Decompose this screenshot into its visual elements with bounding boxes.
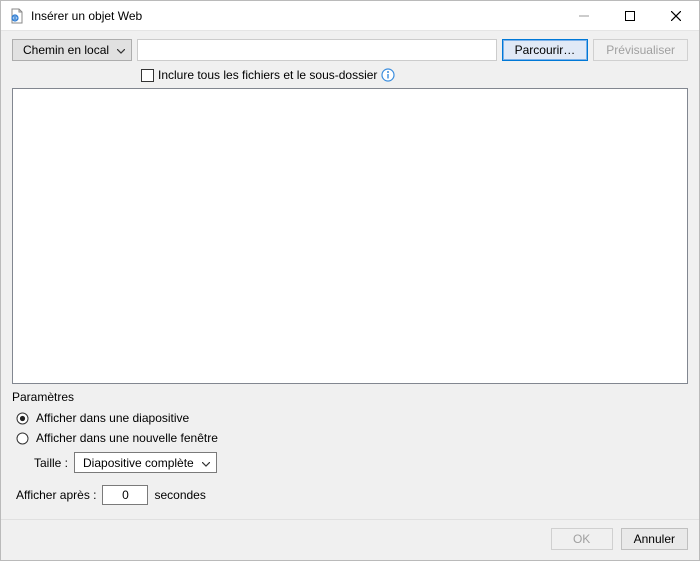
dialog-window: Insérer un objet Web Chemin en local Par… [0, 0, 700, 561]
close-button[interactable] [653, 1, 699, 31]
display-after-suffix: secondes [154, 488, 205, 502]
page-icon [9, 8, 25, 24]
window-title: Insérer un objet Web [31, 9, 142, 23]
display-new-window-radio[interactable] [16, 432, 29, 445]
size-label: Taille : [34, 456, 68, 470]
titlebar: Insérer un objet Web [1, 1, 699, 31]
display-in-slide-radio[interactable] [16, 412, 29, 425]
ok-button: OK [551, 528, 613, 550]
size-selected: Diapositive complète [83, 456, 194, 470]
display-after-prefix: Afficher après : [16, 488, 96, 502]
path-row: Chemin en local Parcourir… Prévisualiser [1, 31, 699, 66]
parameters-section: Paramètres Afficher dans une diapositive… [12, 390, 688, 513]
browse-button[interactable]: Parcourir… [502, 39, 589, 61]
path-type-label: Chemin en local [23, 43, 109, 57]
size-row: Taille : Diapositive complète [12, 448, 688, 479]
include-all-label: Inclure tous les fichiers et le sous-dos… [158, 68, 377, 82]
path-type-select[interactable]: Chemin en local [12, 39, 132, 61]
display-in-slide-label: Afficher dans une diapositive [36, 411, 189, 425]
info-icon[interactable] [381, 68, 395, 82]
maximize-button[interactable] [607, 1, 653, 31]
display-after-input[interactable]: 0 [102, 485, 148, 505]
include-all-checkbox[interactable] [141, 69, 154, 82]
chevron-down-icon [202, 456, 210, 470]
size-select[interactable]: Diapositive complète [74, 452, 217, 473]
footer: OK Annuler [1, 519, 699, 560]
include-row: Inclure tous les fichiers et le sous-dos… [1, 66, 699, 88]
path-input[interactable] [137, 39, 497, 61]
display-after-row: Afficher après : 0 secondes [12, 479, 688, 513]
cancel-button[interactable]: Annuler [621, 528, 688, 550]
preview-button: Prévisualiser [593, 39, 688, 61]
radio-row-window: Afficher dans une nouvelle fenêtre [12, 428, 688, 448]
parameters-heading: Paramètres [12, 390, 688, 404]
display-new-window-label: Afficher dans une nouvelle fenêtre [36, 431, 218, 445]
chevron-down-icon [117, 43, 125, 57]
content-area [12, 88, 688, 384]
minimize-button[interactable] [561, 1, 607, 31]
radio-row-slide: Afficher dans une diapositive [12, 408, 688, 428]
